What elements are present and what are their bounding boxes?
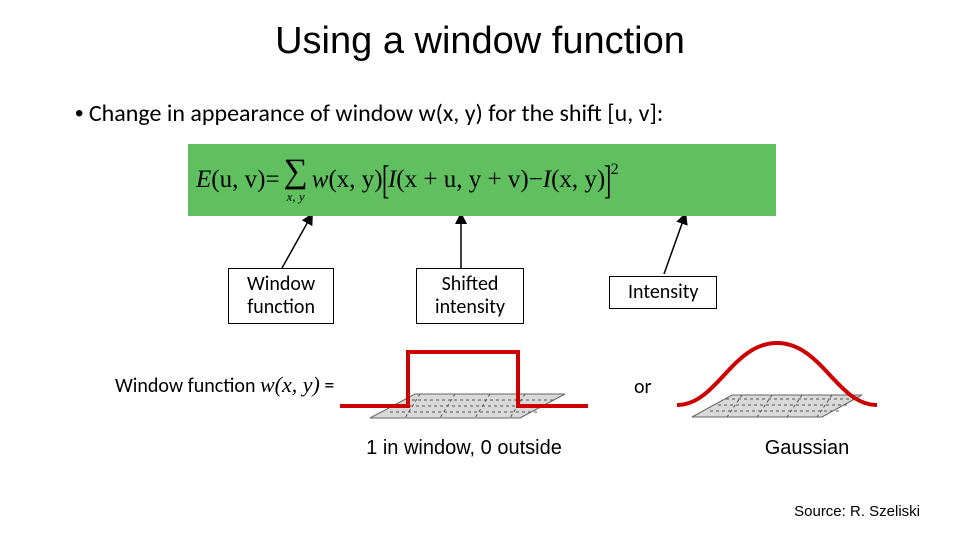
eq-w: w <box>312 166 329 194</box>
window-function-label: Window function w(x, y) = <box>115 372 334 398</box>
callout-window-l2: function <box>247 296 315 319</box>
arrow-window <box>276 216 316 270</box>
callout-shifted-intensity: Shifted intensity <box>416 268 524 324</box>
bullet-text: Change in appearance of window w(x, y) f… <box>89 99 663 128</box>
callout-window-function: Window function <box>228 268 334 324</box>
eq-E-args: (u, v) <box>211 166 265 194</box>
slide: Using a window function • Change in appe… <box>0 0 960 540</box>
callout-intensity: Intensity <box>609 276 717 309</box>
equation-bar: E(u, v) = ∑ x, y w(x, y) [ I(x + u, y + … <box>188 144 776 216</box>
eq-w-args: (x, y) <box>328 166 382 194</box>
sigma-sub: x, y <box>287 190 305 203</box>
callout-shifted-l2: intensity <box>435 296 505 319</box>
caption-gaussian: Gaussian <box>747 437 867 460</box>
eq-I2-args: (x, y) <box>551 166 605 194</box>
eq-E: E <box>196 166 211 194</box>
eq-minus: − <box>529 166 543 194</box>
eq-equals: = <box>265 166 279 194</box>
wf-equals: = <box>320 374 334 398</box>
bullet-line: • Change in appearance of window w(x, y)… <box>75 99 663 128</box>
arrow-shifted <box>451 216 471 270</box>
eq-I2: I <box>543 166 551 194</box>
eq-squared: 2 <box>611 161 619 179</box>
wf-wxy: w(x, y) <box>260 372 320 397</box>
gaussian-diagram <box>672 335 892 429</box>
left-bracket-icon: [ <box>382 170 389 190</box>
source-credit: Source: R. Szeliski <box>794 503 920 520</box>
callout-shifted-l1: Shifted <box>435 273 505 296</box>
sigma-icon: ∑ <box>284 157 308 188</box>
bullet-marker: • <box>75 100 83 127</box>
box-window-diagram <box>340 340 600 430</box>
arrow-intensity <box>658 216 688 276</box>
sigma-block: ∑ x, y <box>284 157 308 203</box>
slide-title: Using a window function <box>0 20 960 63</box>
caption-box-window: 1 in window, 0 outside <box>344 437 584 460</box>
wf-text: Window function <box>115 374 260 398</box>
callout-intensity-text: Intensity <box>628 281 698 304</box>
eq-I1-args: (x + u, y + v) <box>396 166 528 194</box>
callout-window-l1: Window <box>247 273 315 296</box>
equation: E(u, v) = ∑ x, y w(x, y) [ I(x + u, y + … <box>188 157 776 203</box>
or-label: or <box>634 375 652 399</box>
